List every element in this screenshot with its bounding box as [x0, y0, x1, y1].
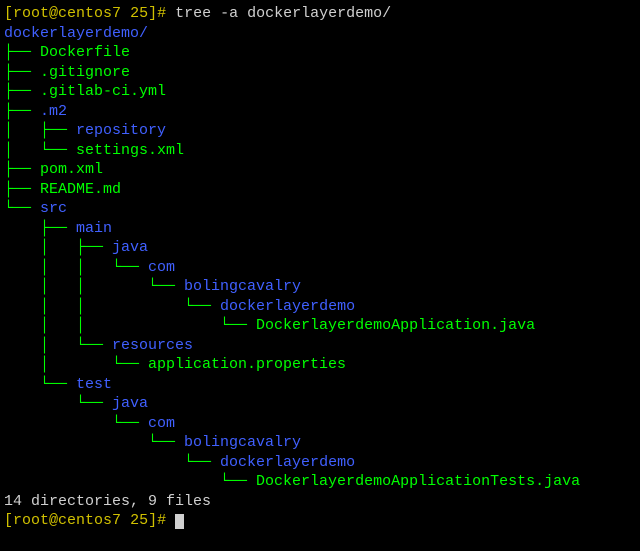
tree-line: └── test — [4, 376, 112, 393]
tree-line: │ └── resources — [4, 337, 193, 354]
tree-line: └── dockerlayerdemo — [4, 454, 355, 471]
tree-line: ├── README.md — [4, 181, 121, 198]
terminal-output: [root@centos7 25]# tree -a dockerlayerde… — [4, 4, 636, 531]
tree-line: │ │ └── com — [4, 259, 175, 276]
cursor-block — [175, 514, 184, 529]
tree-line: └── com — [4, 415, 175, 432]
tree-line: │ │ └── DockerlayerdemoApplication.java — [4, 317, 535, 334]
tree-line: │ └── settings.xml — [4, 142, 184, 159]
tree-summary: 14 directories, 9 files — [4, 493, 211, 510]
tree-line: └── DockerlayerdemoApplicationTests.java — [4, 473, 580, 490]
tree-line: └── src — [4, 200, 67, 217]
tree-line: ├── .gitignore — [4, 64, 130, 81]
prompt-line-1[interactable]: [root@centos7 25]# tree -a dockerlayerde… — [4, 5, 391, 22]
tree-line: ├── Dockerfile — [4, 44, 130, 61]
tree-line: ├── .gitlab-ci.yml — [4, 83, 166, 100]
tree-line: │ │ └── dockerlayerdemo — [4, 298, 355, 315]
tree-line: ├── main — [4, 220, 112, 237]
tree-line: │ ├── repository — [4, 122, 166, 139]
tree-line: ├── .m2 — [4, 103, 67, 120]
tree-root: dockerlayerdemo/ — [4, 25, 148, 42]
tree-line: │ │ └── bolingcavalry — [4, 278, 301, 295]
tree-line: └── bolingcavalry — [4, 434, 301, 451]
tree-line: ├── pom.xml — [4, 161, 103, 178]
tree-line: └── java — [4, 395, 148, 412]
tree-line: │ └── application.properties — [4, 356, 346, 373]
prompt-line-2[interactable]: [root@centos7 25]# — [4, 512, 184, 529]
tree-line: │ ├── java — [4, 239, 148, 256]
